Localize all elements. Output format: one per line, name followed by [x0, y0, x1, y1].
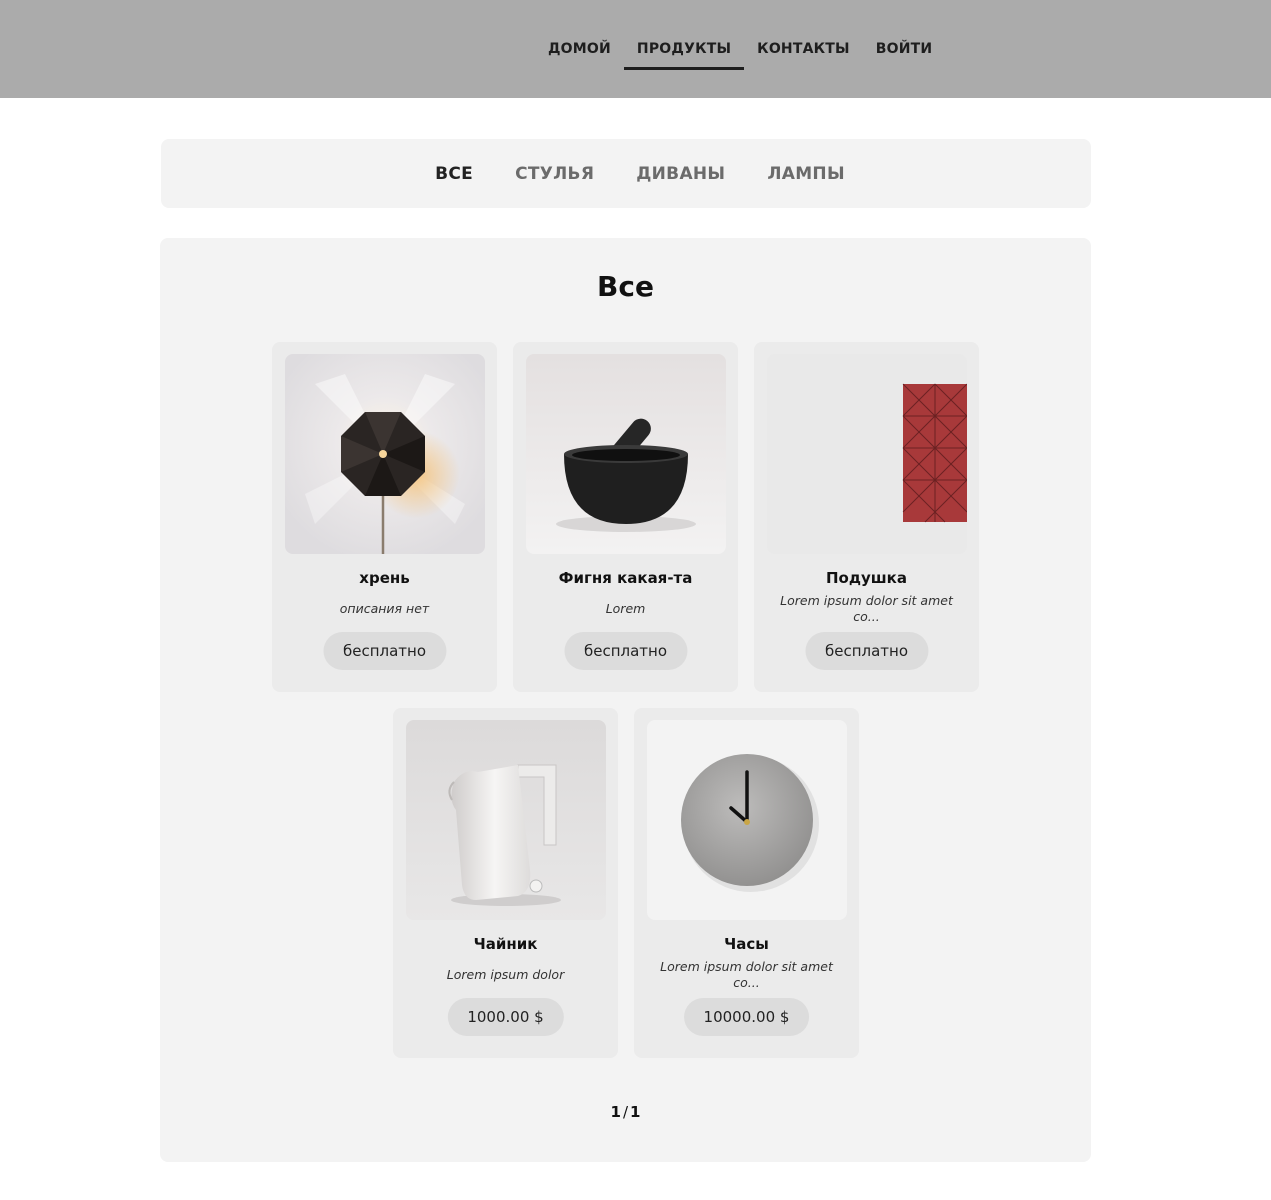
ceramic-jug-image[interactable] [406, 720, 606, 920]
category-all-link[interactable]: ВСЕ [435, 164, 473, 184]
category-lamps-link[interactable]: ЛАМПЫ [767, 164, 845, 184]
nav-products-link[interactable]: ПРОДУКТЫ [623, 0, 745, 98]
mortar-and-pestle-image[interactable] [526, 354, 726, 554]
price-button[interactable]: 10000.00 $ [683, 998, 810, 1036]
nav-contacts-link[interactable]: КОНТАКТЫ [744, 0, 863, 98]
product-description: описания нет [339, 601, 430, 616]
product-description: Lorem ipsum dolor [446, 967, 565, 982]
product-description: Lorem ipsum dolor sit amet co... [660, 959, 833, 990]
product-name[interactable]: Часы [634, 935, 859, 953]
page-title: Все [597, 270, 654, 303]
price-button[interactable]: бесплатно [804, 632, 929, 670]
pagination-separator: / [622, 1103, 629, 1121]
header-bar: ДОМОЙ ПРОДУКТЫ КОНТАКТЫ ВОЙТИ [0, 0, 1271, 98]
product-card[interactable]: Часы Lorem ipsum dolor sit amet co... 10… [634, 708, 859, 1058]
nav-home-link[interactable]: ДОМОЙ [535, 0, 624, 98]
product-card[interactable]: Фигня какая-та Lorem бесплатно [513, 342, 738, 692]
red-pillow-image[interactable] [767, 354, 967, 554]
product-description: Lorem ipsum dolor sit amet co... [780, 593, 953, 624]
nav-login-link[interactable]: ВОЙТИ [863, 0, 946, 98]
price-button[interactable]: бесплатно [322, 632, 447, 670]
product-card[interactable]: хрень описания нет бесплатно [272, 342, 497, 692]
price-button[interactable]: бесплатно [563, 632, 688, 670]
category-filter-bar: ВСЕ СТУЛЬЯ ДИВАНЫ ЛАМПЫ [161, 139, 1091, 208]
pagination-current[interactable]: 1 [611, 1103, 621, 1121]
product-card[interactable]: Чайник Lorem ipsum dolor 1000.00 $ [393, 708, 618, 1058]
price-button[interactable]: 1000.00 $ [447, 998, 564, 1036]
wall-clock-image[interactable] [647, 720, 847, 920]
wall-lamp-image[interactable] [285, 354, 485, 554]
pagination: 1/1 [160, 1103, 1091, 1121]
product-name[interactable]: Фигня какая-та [513, 569, 738, 587]
product-name[interactable]: Подушка [754, 569, 979, 587]
category-chairs-link[interactable]: СТУЛЬЯ [515, 164, 594, 184]
products-panel: Все хрень описания нет бесплатно Фигня к… [160, 238, 1091, 1162]
pagination-total: 1 [630, 1103, 641, 1121]
main-nav: ДОМОЙ ПРОДУКТЫ КОНТАКТЫ ВОЙТИ [535, 0, 945, 98]
category-sofas-link[interactable]: ДИВАНЫ [636, 164, 725, 184]
product-card[interactable]: Подушка Lorem ipsum dolor sit amet co...… [754, 342, 979, 692]
product-name[interactable]: Чайник [393, 935, 618, 953]
product-description: Lorem [605, 601, 646, 616]
product-name[interactable]: хрень [272, 569, 497, 587]
